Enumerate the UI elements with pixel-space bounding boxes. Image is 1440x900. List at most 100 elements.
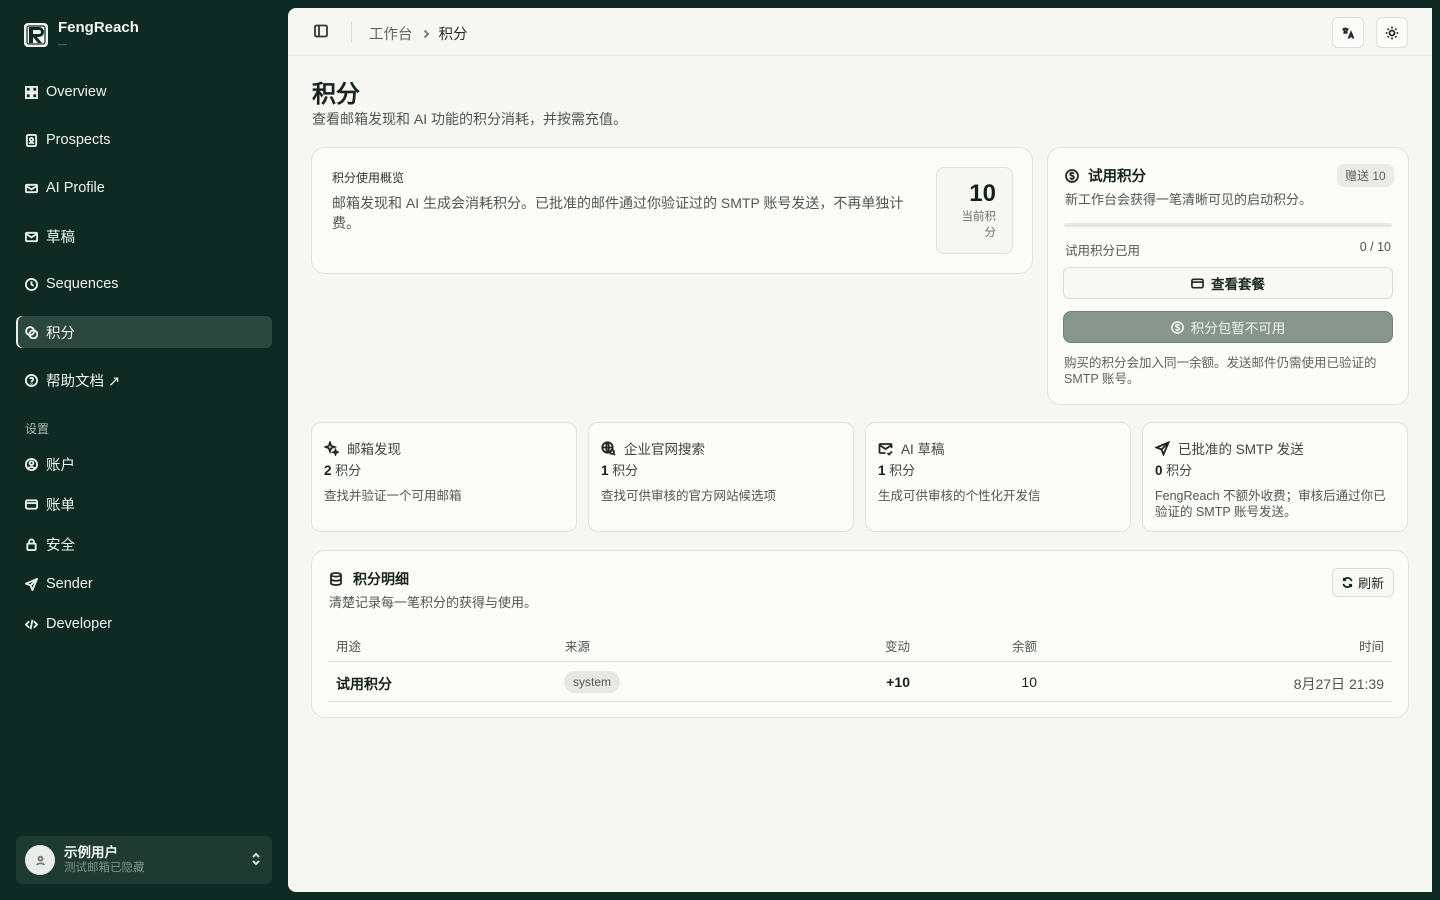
- nav-label: 积分: [46, 325, 75, 342]
- cost-amount: 2 积分: [324, 460, 361, 479]
- trial-description: 新工作台会获得一笔清晰可见的启动积分。: [1065, 192, 1313, 207]
- nav-item-help-docs[interactable]: 帮助文档 ↗: [16, 364, 272, 396]
- credits-ledger-card: 积分明细 清楚记录每一笔积分的获得与使用。 刷新 用途 来源 变动 余额 时间 …: [311, 550, 1409, 718]
- sidebar-toggle-button[interactable]: [314, 24, 330, 40]
- view-plans-label: 查看套餐: [1211, 277, 1265, 292]
- dollar-circle-icon: [1170, 320, 1184, 334]
- column-header-source: 来源: [565, 640, 591, 654]
- topbar: 工作台 积分: [288, 8, 1432, 56]
- cost-card-smtp-send: 已批准的 SMTP 发送 0 积分 FengReach 不额外收费；审核后通过你…: [1142, 422, 1408, 532]
- topbar-divider: [351, 22, 352, 42]
- credit-packs-button[interactable]: 积分包暂不可用: [1063, 311, 1393, 343]
- user-email: 测试邮箱已隐藏: [64, 861, 145, 874]
- cost-title: AI 草稿: [878, 438, 945, 458]
- user-icon: [35, 855, 45, 866]
- ledger-title-text: 积分明细: [353, 571, 409, 587]
- nav-item-developer[interactable]: Developer: [16, 608, 272, 640]
- contacts-icon: [25, 133, 38, 147]
- coins-icon: [25, 325, 38, 339]
- nav-item-credits[interactable]: 积分: [16, 316, 272, 348]
- cost-description: 查找并验证一个可用邮箱: [324, 489, 462, 503]
- sidebar: FengReach — Overview Prospects AI Profil…: [0, 0, 288, 900]
- row-source-badge: system: [564, 671, 621, 693]
- nav-item-sequences[interactable]: Sequences: [16, 268, 272, 300]
- overview-description: 邮箱发现和 AI 生成会消耗积分。已批准的邮件通过你验证过的 SMTP 账号发送…: [332, 195, 904, 231]
- mail-ai-icon: [25, 182, 38, 195]
- column-header-time: 时间: [1358, 640, 1384, 654]
- ledger-title: 积分明细: [329, 569, 409, 589]
- nav-label: AI Profile: [46, 180, 105, 196]
- user-circle-icon: [25, 457, 38, 471]
- nav-item-billing[interactable]: 账单: [16, 488, 272, 520]
- send-icon: [25, 577, 38, 591]
- breadcrumb-workspace-link[interactable]: 工作台: [369, 23, 413, 44]
- nav-label: 账单: [46, 497, 75, 514]
- cost-card-ai-draft: AI 草稿 1 积分 生成可供审核的个性化开发信: [865, 422, 1131, 532]
- cost-amount: 1 积分: [601, 460, 638, 479]
- page-title: 积分: [312, 81, 360, 108]
- cost-card-website-search: 企业官网搜索 1 积分 查找可供审核的官方网站候选项: [588, 422, 854, 532]
- cost-amount-value: 2: [324, 463, 332, 478]
- credit-card-icon: [1191, 277, 1204, 289]
- trial-note: 购买的积分会加入同一余额。发送邮件仍需使用已验证的 SMTP 账号。: [1064, 356, 1377, 386]
- send-icon: [1155, 440, 1170, 456]
- cost-amount: 1 积分: [878, 460, 915, 479]
- mail-check-icon: [878, 442, 893, 456]
- chevron-right-icon: [421, 29, 431, 39]
- column-header-balance: 余额: [1011, 640, 1037, 654]
- code-icon: [25, 618, 38, 631]
- row-time: 8月27日 21:39: [1293, 676, 1384, 692]
- credit-card-icon: [25, 498, 38, 511]
- sun-icon: [1385, 26, 1399, 39]
- cost-amount-unit: 积分: [1166, 463, 1193, 478]
- cost-title: 企业官网搜索: [601, 438, 705, 458]
- trial-title: 试用积分: [1065, 165, 1146, 186]
- cost-title-text: AI 草稿: [901, 442, 945, 457]
- language-button[interactable]: [1332, 17, 1364, 48]
- user-menu[interactable]: 示例用户 测试邮箱已隐藏: [16, 836, 272, 884]
- nav-item-account[interactable]: 账户: [16, 448, 272, 480]
- refresh-button[interactable]: 刷新: [1332, 568, 1394, 597]
- row-use: 试用积分: [336, 676, 392, 692]
- cost-title: 已批准的 SMTP 发送: [1155, 438, 1304, 458]
- view-plans-button[interactable]: 查看套餐: [1063, 267, 1393, 299]
- panel-left-icon: [314, 24, 328, 38]
- nav-item-drafts[interactable]: 草稿: [16, 220, 272, 252]
- cost-amount-unit: 积分: [889, 463, 916, 478]
- cost-amount: 0 积分: [1155, 460, 1192, 479]
- nav-label: Prospects: [46, 132, 111, 148]
- refresh-icon: [1342, 577, 1353, 588]
- sparkles-icon: [324, 440, 339, 456]
- theme-toggle-button[interactable]: [1376, 17, 1408, 48]
- draft-mail-icon: [25, 230, 38, 243]
- clock-icon: [25, 277, 38, 291]
- credits-overview-card: 积分使用概览 邮箱发现和 AI 生成会消耗积分。已批准的邮件通过你验证过的 SM…: [311, 147, 1033, 274]
- settings-nav: 账户 账单 安全 Sender Developer: [16, 448, 272, 648]
- nav-item-prospects[interactable]: Prospects: [16, 124, 272, 156]
- cost-amount-value: 1: [601, 463, 609, 478]
- dollar-circle-icon: [1065, 168, 1079, 183]
- ledger-table: 用途 来源 变动 余额 时间 试用积分 system +10 10 8月27日 …: [328, 631, 1392, 702]
- cost-description: 生成可供审核的个性化开发信: [878, 489, 1041, 503]
- nav-item-ai-profile[interactable]: AI Profile: [16, 172, 272, 204]
- cost-amount-unit: 积分: [612, 463, 639, 478]
- dashboard-icon: [25, 85, 38, 99]
- nav-label: 安全: [46, 537, 75, 554]
- trial-bonus-badge: 赠送 10: [1337, 164, 1394, 187]
- cost-title: 邮箱发现: [324, 438, 401, 458]
- nav-label: Overview: [46, 84, 107, 100]
- breadcrumb: 工作台 积分: [369, 23, 468, 44]
- help-circle-icon: [25, 373, 38, 387]
- nav-item-overview[interactable]: Overview: [16, 76, 272, 108]
- user-name: 示例用户: [64, 844, 118, 860]
- nav-item-sender[interactable]: Sender: [16, 568, 272, 600]
- nav-item-security[interactable]: 安全: [16, 528, 272, 560]
- trial-used-label: 试用积分已用: [1065, 244, 1141, 258]
- row-balance: 10: [1021, 674, 1037, 690]
- nav-label: 账户: [46, 457, 75, 474]
- current-balance: 10 当前积分: [936, 167, 1013, 254]
- brand-name: FengReach: [58, 19, 139, 36]
- brand[interactable]: FengReach —: [24, 20, 139, 50]
- nav-label: 帮助文档 ↗: [46, 373, 121, 390]
- trial-credits-card: 试用积分 赠送 10 新工作台会获得一笔清晰可见的启动积分。 试用积分已用 0 …: [1047, 147, 1409, 405]
